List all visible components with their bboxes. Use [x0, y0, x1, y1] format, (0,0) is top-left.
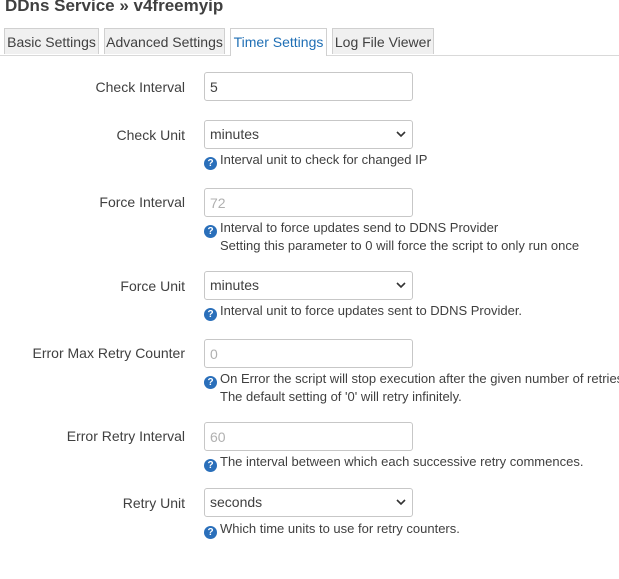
force-interval-input[interactable] — [204, 188, 413, 217]
error-retry-interval-hint: ? The interval between which each success… — [204, 454, 583, 472]
check-unit-hint-text: Interval unit to check for changed IP — [220, 152, 428, 167]
check-interval-input[interactable] — [204, 72, 413, 101]
tab-basic-settings[interactable]: Basic Settings — [4, 28, 99, 54]
tab-log-file-viewer[interactable]: Log File Viewer — [332, 28, 434, 54]
retry-unit-hint-text: Which time units to use for retry counte… — [220, 521, 460, 536]
tab-timer-settings[interactable]: Timer Settings — [230, 28, 327, 56]
help-icon: ? — [204, 526, 217, 539]
force-interval-hint: ? Interval to force updates send to DDNS … — [204, 220, 579, 254]
force-unit-select[interactable]: minutes — [204, 271, 413, 300]
help-icon: ? — [204, 459, 217, 472]
page: DDns Service » v4freemyip Basic Settings… — [0, 0, 619, 579]
help-icon: ? — [204, 157, 217, 170]
check-unit-value: minutes — [210, 126, 260, 142]
retry-unit-select[interactable]: seconds — [204, 488, 413, 517]
chevron-down-icon — [396, 131, 406, 138]
help-icon: ? — [204, 376, 217, 389]
error-max-retry-hint: ? On Error the script will stop execution… — [204, 371, 619, 405]
error-max-retry-hint-line1: On Error the script will stop execution … — [220, 371, 619, 386]
retry-unit-label: Retry Unit — [122, 495, 185, 511]
chevron-down-icon — [396, 499, 406, 506]
error-max-retry-label: Error Max Retry Counter — [32, 345, 185, 361]
error-retry-interval-hint-text: The interval between which each successi… — [220, 454, 584, 469]
force-interval-hint-line2: Setting this parameter to 0 will force t… — [220, 238, 580, 253]
force-unit-hint: ? Interval unit to force updates sent to … — [204, 303, 522, 321]
check-interval-label: Check Interval — [95, 79, 185, 95]
error-max-retry-hint-line2: The default setting of '0' will retry in… — [220, 389, 462, 404]
check-unit-select[interactable]: minutes — [204, 120, 413, 149]
force-unit-hint-text: Interval unit to force updates sent to D… — [220, 303, 523, 318]
tab-bar: Basic Settings Advanced Settings Timer S… — [0, 28, 619, 56]
help-icon: ? — [204, 225, 217, 238]
retry-unit-hint: ? Which time units to use for retry count… — [204, 521, 460, 539]
force-unit-value: minutes — [210, 277, 260, 293]
retry-unit-value: seconds — [210, 494, 263, 510]
error-retry-interval-label: Error Retry Interval — [66, 428, 185, 444]
error-max-retry-input[interactable] — [204, 339, 413, 368]
check-unit-hint: ? Interval unit to check for changed IP — [204, 152, 427, 170]
force-interval-label: Force Interval — [99, 194, 185, 210]
chevron-down-icon — [396, 282, 406, 289]
page-title: DDns Service » v4freemyip — [5, 0, 224, 15]
error-retry-interval-input[interactable] — [204, 422, 413, 451]
force-interval-hint-line1: Interval to force updates send to DDNS P… — [220, 220, 499, 235]
check-unit-label: Check Unit — [116, 127, 185, 143]
tab-advanced-settings[interactable]: Advanced Settings — [104, 28, 225, 54]
force-unit-label: Force Unit — [120, 278, 185, 294]
help-icon: ? — [204, 308, 217, 321]
